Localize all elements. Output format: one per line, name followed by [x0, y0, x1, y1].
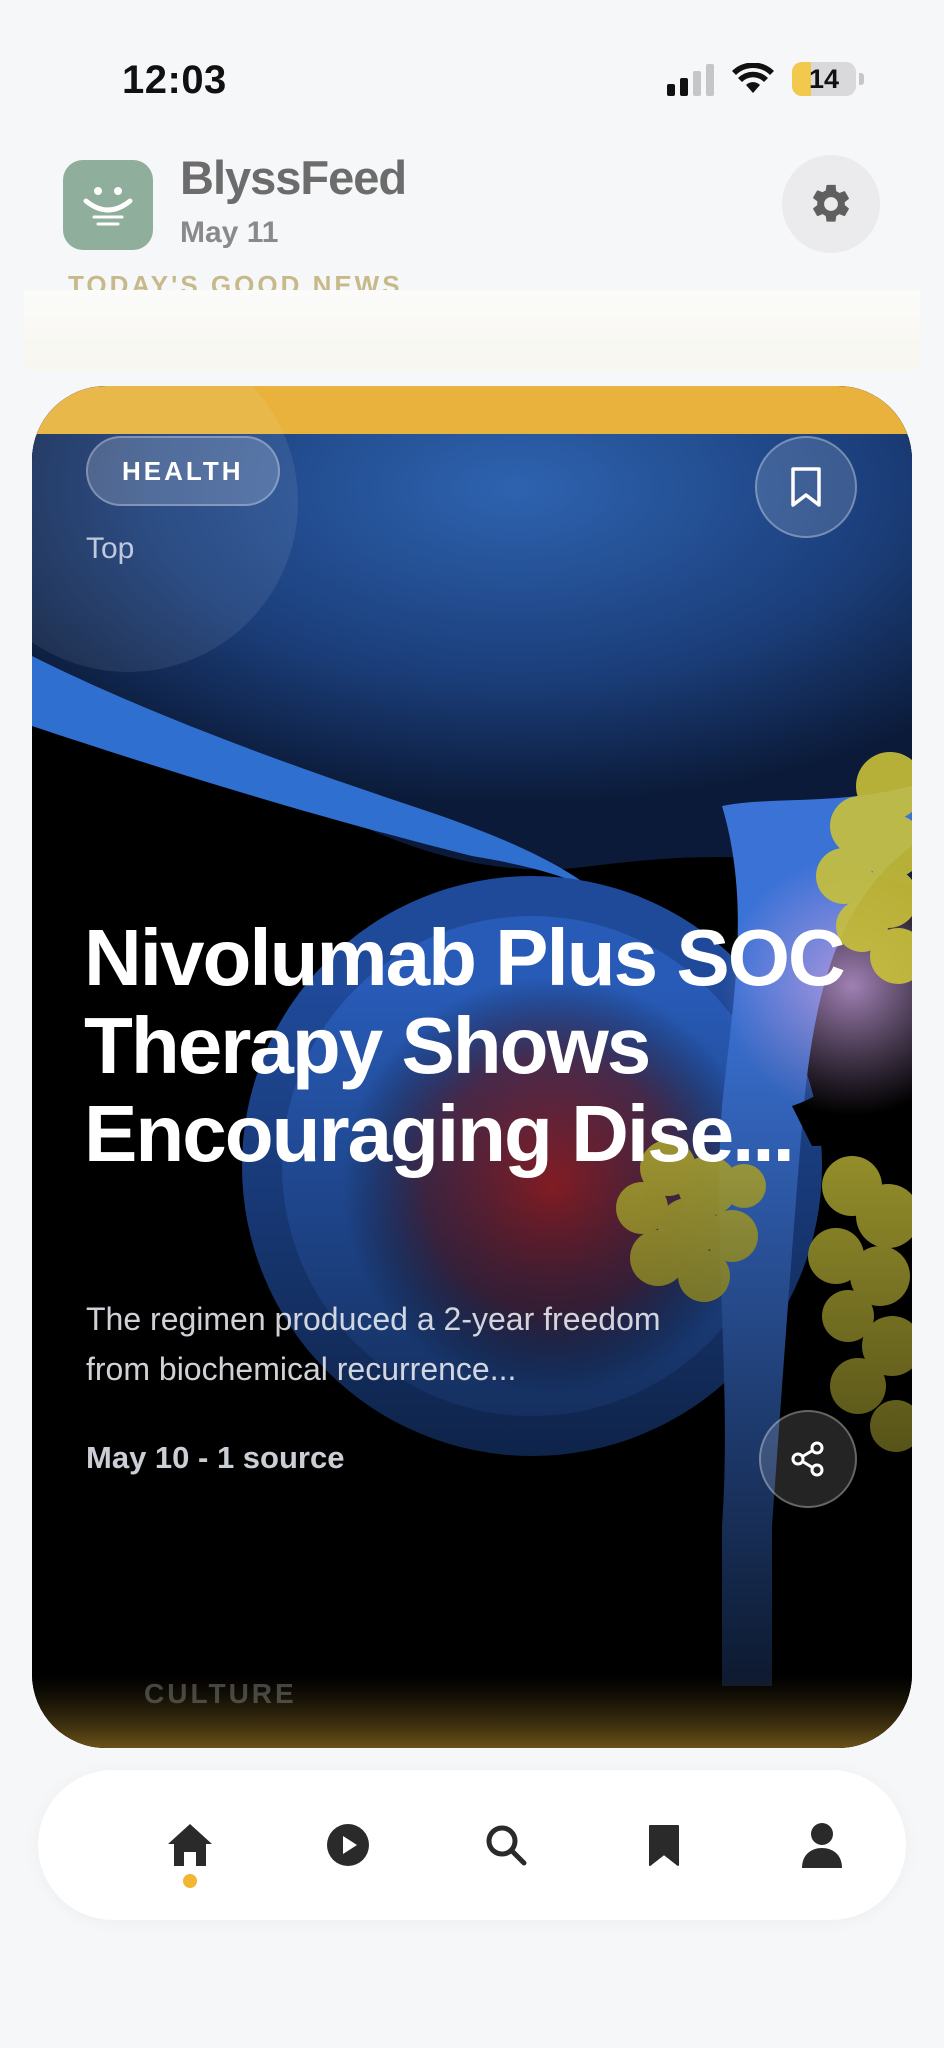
bookmark-button[interactable] [755, 436, 857, 538]
nav-play[interactable] [313, 1810, 383, 1880]
nav-profile[interactable] [787, 1810, 857, 1880]
screen: 12:03 14 BlyssFeed May 11 TODAY'S GOOD N… [0, 0, 944, 2048]
signal-icon [667, 62, 714, 96]
play-icon [327, 1824, 369, 1866]
summary: The regimen produced a 2-year freedom fr… [86, 1301, 661, 1387]
header-date: May 11 [180, 216, 279, 249]
wifi-icon [732, 63, 774, 93]
nav-home[interactable] [155, 1810, 225, 1880]
active-indicator [183, 1874, 197, 1888]
settings-button[interactable] [782, 155, 880, 253]
share-button[interactable] [759, 1410, 857, 1508]
header-fade [24, 290, 920, 370]
status-time: 12:03 [122, 58, 227, 102]
battery-icon: 14 [792, 62, 864, 96]
person-icon [802, 1823, 842, 1868]
battery-body: 14 [792, 62, 856, 96]
news-card[interactable]: HEALTH Top Nivolumab Plus SOC Therapy Sh… [32, 386, 912, 1748]
next-card-tag: CULTURE [144, 1678, 297, 1709]
category-tag[interactable]: HEALTH [86, 436, 280, 506]
gear-icon [813, 184, 849, 222]
bookmark-icon [649, 1825, 679, 1866]
app-title: BlyssFeed [180, 151, 407, 204]
battery-level: 14 [808, 63, 840, 94]
smiling-face-icon [83, 187, 133, 226]
nav-search[interactable] [471, 1810, 541, 1880]
search-icon [486, 1825, 527, 1866]
rank-label: Top [86, 532, 135, 565]
bookmark-outline-icon [791, 467, 821, 507]
nav-saved[interactable] [629, 1810, 699, 1880]
share-icon [791, 1441, 824, 1477]
status-icons: 14 [667, 62, 864, 96]
app-logo [63, 160, 153, 250]
home-icon [168, 1824, 212, 1866]
status-bar: 12:03 14 [0, 0, 944, 150]
article-meta: May 10 - 1 source [86, 1440, 345, 1475]
headline[interactable]: Nivolumab Plus SOC Therapy Shows Encoura… [84, 914, 846, 1178]
bottom-nav [38, 1770, 906, 1920]
